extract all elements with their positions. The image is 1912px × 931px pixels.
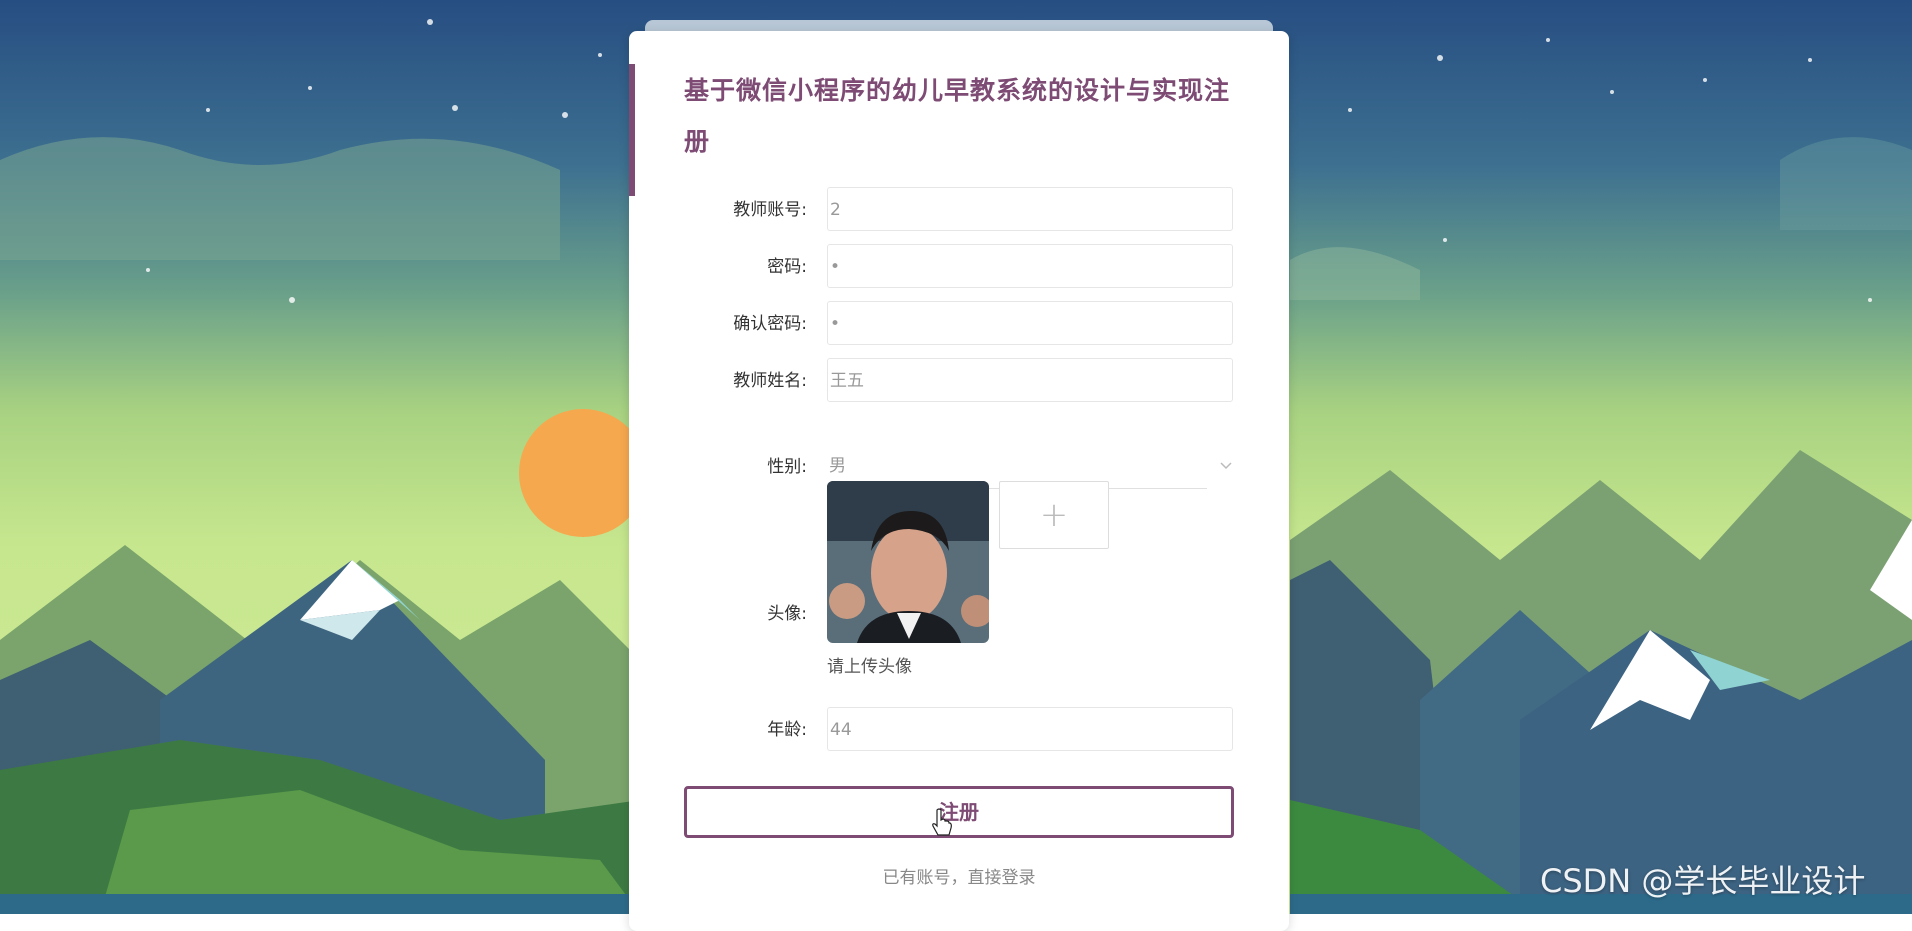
name-row: 教师姓名: 王五: [629, 358, 1289, 404]
avatar-image[interactable]: [827, 481, 989, 643]
confirm-password-input[interactable]: •: [827, 301, 1233, 345]
title-accent-bar: [629, 64, 635, 196]
age-label: 年龄:: [767, 720, 807, 740]
password-input[interactable]: •: [827, 244, 1233, 288]
name-input[interactable]: 王五: [827, 358, 1233, 402]
register-card: 基于微信小程序的幼儿早教系统的设计与实现注册 教师账号: 2 密码: • 确认密…: [629, 31, 1289, 931]
login-link[interactable]: 已有账号，直接登录: [629, 863, 1289, 888]
age-row: 年龄: 44: [629, 707, 1289, 753]
gender-value: 男: [829, 456, 846, 476]
chevron-down-icon[interactable]: [1219, 444, 1233, 488]
gender-label: 性别:: [767, 457, 807, 477]
avatar-label: 头像:: [767, 604, 807, 624]
confirm-password-label: 确认密码:: [733, 314, 807, 334]
watermark: CSDN @学长毕业设计: [1540, 862, 1866, 900]
confirm-password-row: 确认密码: •: [629, 301, 1289, 347]
age-input[interactable]: 44: [827, 707, 1233, 751]
name-label: 教师姓名:: [733, 371, 807, 391]
password-label: 密码:: [767, 257, 807, 277]
account-label: 教师账号:: [733, 200, 807, 220]
plus-icon: +: [1039, 495, 1069, 535]
avatar-hint: 请上传头像: [827, 657, 912, 677]
password-row: 密码: •: [629, 244, 1289, 290]
account-row: 教师账号: 2: [629, 187, 1289, 233]
hand-pointer-icon: [932, 808, 952, 836]
avatar-upload-button[interactable]: +: [999, 481, 1109, 549]
register-button[interactable]: 注册: [684, 786, 1234, 838]
page-title: 基于微信小程序的幼儿早教系统的设计与实现注册: [684, 76, 1231, 156]
account-input[interactable]: 2: [827, 187, 1233, 231]
